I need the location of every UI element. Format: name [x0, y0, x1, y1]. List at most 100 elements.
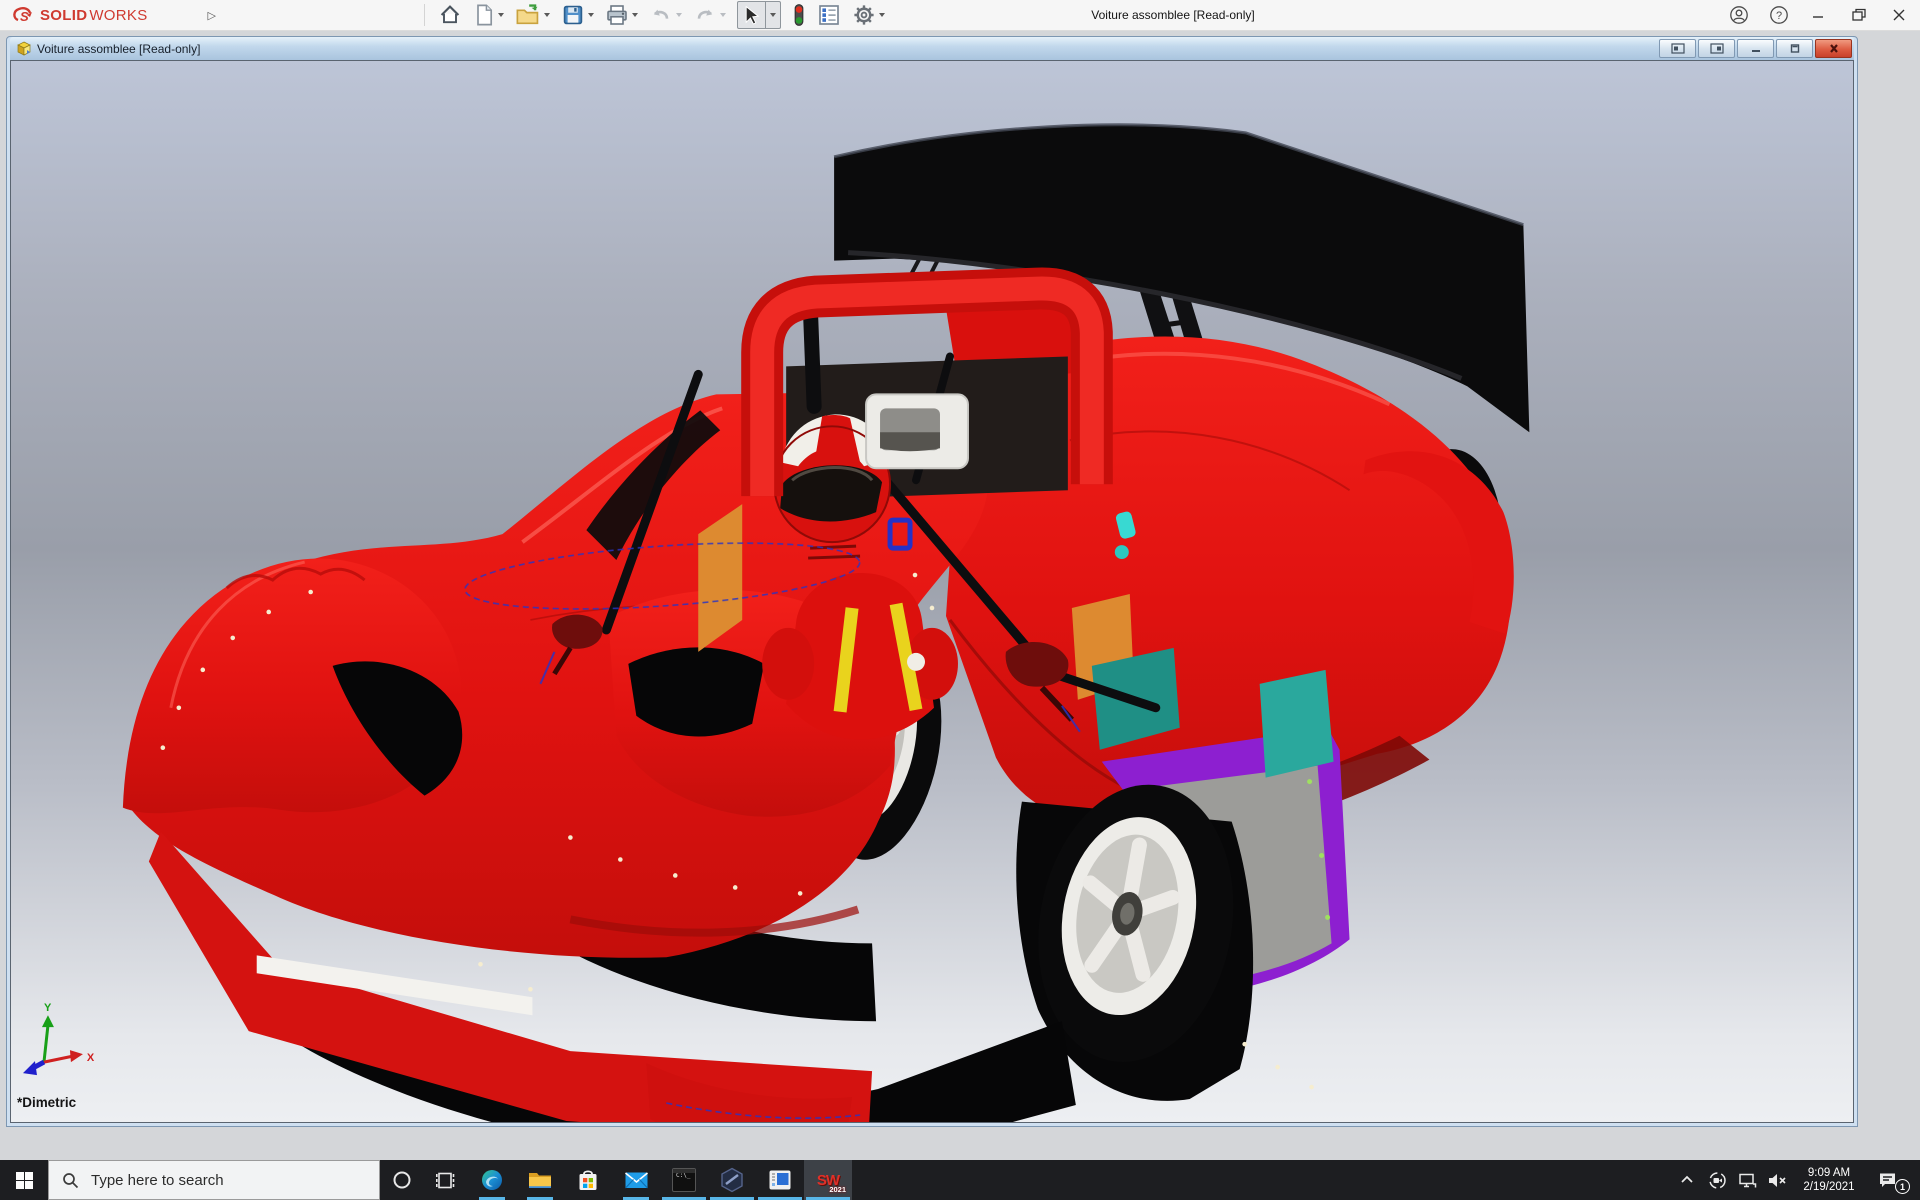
- open-dropdown-caret[interactable]: [544, 13, 550, 17]
- hexagon-app-icon: [720, 1167, 744, 1193]
- windows-start-icon: [16, 1172, 33, 1189]
- options-button[interactable]: [852, 2, 885, 28]
- meet-now-camera-icon: [1708, 1171, 1727, 1190]
- mail-icon: [624, 1170, 649, 1190]
- close-icon: [1889, 5, 1909, 25]
- 3d-viewport[interactable]: Y X *Dimetric: [11, 61, 1853, 1122]
- meet-now-button[interactable]: [1704, 1160, 1730, 1200]
- new-document-button[interactable]: [473, 2, 504, 28]
- taskbar-search[interactable]: [48, 1160, 380, 1200]
- left-front-fender[interactable]: [123, 559, 462, 814]
- doc-minimize-button[interactable]: [1737, 39, 1774, 58]
- notification-badge: 1: [1895, 1179, 1910, 1194]
- search-input[interactable]: [89, 1171, 343, 1190]
- taskbar-app-remote-window[interactable]: [756, 1160, 804, 1200]
- tray-clock[interactable]: 9:09 AM 2/19/2021: [1794, 1166, 1864, 1194]
- taskbar-app-edge[interactable]: [468, 1160, 516, 1200]
- taskbar: C:\_ SW 2021: [0, 1160, 1920, 1200]
- brand-flyout-arrow[interactable]: ▷: [208, 9, 216, 22]
- cortana-button[interactable]: [380, 1160, 424, 1200]
- file-explorer-icon: [527, 1169, 553, 1191]
- open-icon: [515, 3, 541, 27]
- print-icon: [605, 3, 629, 27]
- taskbar-app-solidworks[interactable]: SW 2021: [804, 1160, 852, 1200]
- document-title-group: Voiture assomblee [Read-only]: [10, 41, 200, 56]
- brand-light: WORKS: [89, 7, 147, 24]
- sw-icon-year: 2021: [829, 1185, 846, 1194]
- display-states-button[interactable]: [792, 2, 806, 28]
- doc-close-button[interactable]: [1815, 39, 1852, 58]
- save-dropdown-caret[interactable]: [588, 13, 594, 17]
- task-view-button[interactable]: [424, 1160, 468, 1200]
- help-icon: ?: [1769, 5, 1789, 25]
- undo-icon: [649, 3, 673, 27]
- document-window: Voiture assomblee [Read-only]: [6, 36, 1858, 1127]
- select-button[interactable]: [737, 1, 781, 29]
- cmd-icon-text: C:\_: [676, 1172, 690, 1179]
- home-button[interactable]: [438, 2, 462, 28]
- remote-window-icon: [768, 1169, 792, 1191]
- tray-time: 9:09 AM: [1794, 1166, 1864, 1180]
- redo-dropdown-caret[interactable]: [720, 13, 726, 17]
- account-icon: [1729, 5, 1749, 25]
- triad-y-label: Y: [44, 1002, 52, 1014]
- task-pane-button[interactable]: [817, 2, 841, 28]
- volume-muted-icon: [1767, 1172, 1787, 1189]
- action-center-icon: [1878, 1171, 1897, 1189]
- options-dropdown-caret[interactable]: [879, 13, 885, 17]
- ethernet-icon: [1738, 1172, 1757, 1189]
- app-window-controls: ?: [1726, 0, 1912, 30]
- taskbar-app-command-prompt[interactable]: C:\_: [660, 1160, 708, 1200]
- restore-button[interactable]: [1846, 2, 1872, 28]
- close-button[interactable]: [1886, 2, 1912, 28]
- redo-button[interactable]: [693, 2, 726, 28]
- command-prompt-icon: C:\_: [672, 1168, 696, 1192]
- solidworks-logo[interactable]: S SOLIDWORKS ▷: [10, 0, 216, 30]
- select-dropdown[interactable]: [765, 2, 779, 28]
- app-window-title: Voiture assomblee [Read-only]: [1091, 0, 1254, 30]
- volume-button[interactable]: [1764, 1160, 1790, 1200]
- save-icon: [561, 3, 585, 27]
- save-button[interactable]: [561, 2, 594, 28]
- account-button[interactable]: [1726, 2, 1752, 28]
- new-document-icon: [473, 3, 495, 27]
- triad-x-label: X: [87, 1052, 95, 1064]
- svg-text:S: S: [20, 9, 29, 24]
- new-dropdown-caret[interactable]: [498, 13, 504, 17]
- store-icon: [577, 1169, 599, 1192]
- brand-bold: SOLID: [40, 7, 87, 24]
- undo-dropdown-caret[interactable]: [676, 13, 682, 17]
- side-window[interactable]: [1260, 670, 1334, 778]
- select-cursor-icon: [739, 3, 763, 27]
- doc-tile-left-button[interactable]: [1659, 39, 1696, 58]
- action-center-button[interactable]: 1: [1868, 1160, 1906, 1200]
- ds-logo-icon: S: [10, 5, 38, 25]
- start-button[interactable]: [0, 1160, 48, 1200]
- minimize-button[interactable]: [1806, 2, 1832, 28]
- solidworks-2021-icon: SW 2021: [813, 1165, 843, 1195]
- document-titlebar[interactable]: Voiture assomblee [Read-only]: [10, 37, 1854, 60]
- taskbar-app-store[interactable]: [564, 1160, 612, 1200]
- toolbar-separator: [424, 4, 425, 26]
- taskbar-app-mail[interactable]: [612, 1160, 660, 1200]
- document-title: Voiture assomblee [Read-only]: [37, 42, 200, 56]
- taskbar-app-hexagon[interactable]: [708, 1160, 756, 1200]
- tile-right-icon: [1710, 43, 1724, 54]
- screen: S SOLIDWORKS ▷: [0, 0, 1920, 1200]
- view-orientation-label: *Dimetric: [17, 1095, 77, 1110]
- print-dropdown-caret[interactable]: [632, 13, 638, 17]
- help-button[interactable]: ?: [1766, 2, 1792, 28]
- quick-access-toolbar: [438, 0, 885, 30]
- doc-restore-button[interactable]: [1776, 39, 1813, 58]
- tile-left-icon: [1671, 43, 1685, 54]
- task-pane-icon: [817, 3, 841, 27]
- open-button[interactable]: [515, 2, 550, 28]
- doc-tile-right-button[interactable]: [1698, 39, 1735, 58]
- hidden-icons-button[interactable]: [1674, 1160, 1700, 1200]
- network-button[interactable]: [1734, 1160, 1760, 1200]
- restore-icon: [1849, 5, 1869, 25]
- taskbar-app-file-explorer[interactable]: [516, 1160, 564, 1200]
- print-button[interactable]: [605, 2, 638, 28]
- chevron-up-icon: [1679, 1172, 1695, 1188]
- undo-button[interactable]: [649, 2, 682, 28]
